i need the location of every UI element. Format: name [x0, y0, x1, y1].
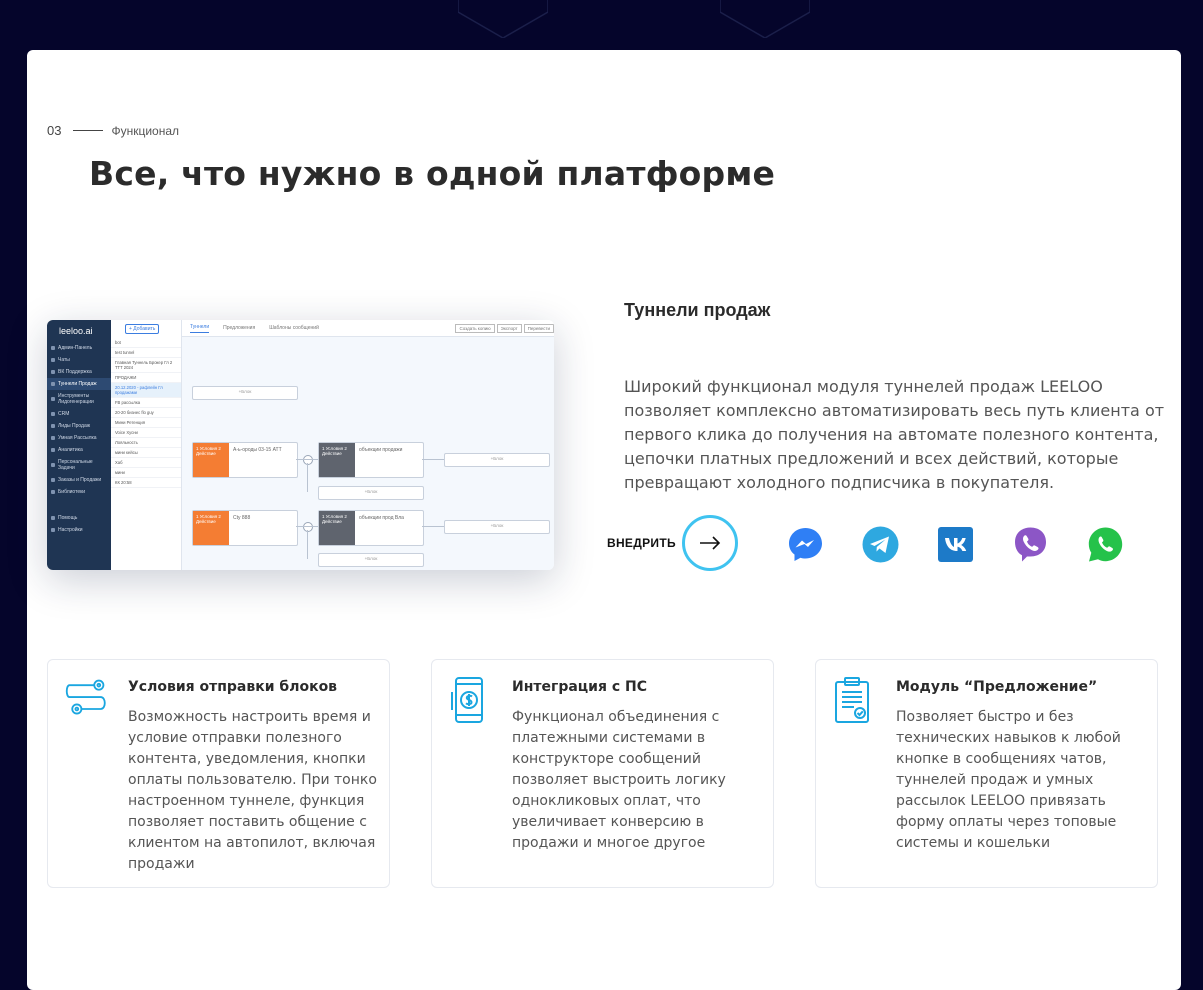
card-title: Условия отправки блоков: [128, 679, 338, 695]
viber-icon[interactable]: [1012, 526, 1049, 563]
section-label: Функционал: [111, 123, 180, 138]
mock-list-item: Главная Туннель Брокер Гл 2 TTT 2024: [111, 358, 181, 373]
flow-icon: [65, 679, 106, 715]
mock-canvas: Туннели Предложения Шаблоны сообщений Со…: [182, 320, 554, 570]
mock-node: 1 Условия 2 Действие А-ь-ороды 03-15 ATT: [192, 442, 298, 478]
product-screenshot: leeloo.ai Админ-Панель Чаты ВК Поддержка…: [47, 320, 554, 570]
mock-node: 1 Условия 2 Действие объекции продажи: [318, 442, 424, 478]
feature-card: Интеграция с ПС Функционал объединения с…: [431, 659, 774, 888]
section-number: 03: [47, 123, 62, 138]
mock-top-button: Перевести: [523, 323, 554, 333]
card-title: Модуль “Предложение”: [896, 679, 1098, 695]
mock-list-item: 20-20 бизнес flo guy: [111, 408, 181, 418]
mock-list-item: КК 20:58: [111, 478, 181, 488]
mock-sidebar-item: Аналитика: [47, 444, 111, 456]
arrow-right-icon[interactable]: [681, 515, 738, 571]
mock-tab: Шаблоны сообщений: [269, 325, 319, 331]
mock-connector: [303, 522, 313, 532]
feature-card: Условия отправки блоков Возможность наст…: [47, 659, 390, 888]
feature-card: Модуль “Предложение” Позволяет быстро и …: [815, 659, 1158, 888]
section-indicator: 03 Функционал: [47, 123, 179, 138]
mock-sidebar-item: Помощь: [47, 512, 111, 524]
mock-list-item: мини кейсы: [111, 448, 181, 458]
mock-list-item: мини: [111, 468, 181, 478]
mock-sidebar-item: Админ-Панель: [47, 342, 111, 354]
card-text: Возможность настроить время и условие от…: [128, 709, 377, 872]
mock-sidebar-item: Заказы и Продажи: [47, 474, 111, 486]
mock-list-item: ПРОДАЖИ: [111, 373, 181, 383]
mock-list-item: bot: [111, 338, 181, 348]
clipboard-icon: [835, 677, 869, 723]
content-card: 03 Функционал Все, что нужно в одной пла…: [27, 50, 1181, 990]
decor-hexagon: [720, 0, 810, 38]
mock-node: 1 Условия 2 Действие Cty 888: [192, 510, 298, 546]
mock-list-item: FB рассылка: [111, 398, 181, 408]
mock-sidebar-item: Инструменты Лидогенерации: [47, 390, 111, 408]
whatsapp-icon[interactable]: [1087, 526, 1124, 563]
mock-link: [296, 526, 318, 527]
mock-list-item: Мини Ретенция: [111, 418, 181, 428]
mock-sidebar-item: Персональные Задачи: [47, 456, 111, 474]
mock-tab: Предложения: [223, 325, 256, 331]
mock-link: [422, 459, 444, 460]
mock-node: +Блок: [318, 486, 424, 500]
mock-sidebar-item: Чаты: [47, 354, 111, 366]
mock-link: [307, 463, 308, 492]
feature-title: Туннели продаж: [624, 300, 771, 320]
mock-sidebar-item: CRM: [47, 408, 111, 420]
vk-icon[interactable]: [937, 526, 974, 563]
mock-link: [422, 526, 444, 527]
mock-sidebar-item: Настройки: [47, 524, 111, 536]
page-title: Все, что нужно в одной платформе: [89, 154, 776, 193]
mock-list-item: test tunnel: [111, 348, 181, 358]
mock-sidebar-item: ВК Поддержка: [47, 366, 111, 378]
mock-sidebar: leeloo.ai Админ-Панель Чаты ВК Поддержка…: [47, 320, 111, 570]
card-text: Функционал объединения с платежными сист…: [512, 709, 726, 851]
feature-description: Широкий функционал модуля туннелей прода…: [624, 377, 1165, 492]
mock-logo: leeloo.ai: [59, 326, 93, 336]
card-title: Интеграция с ПС: [512, 679, 647, 695]
decor-hexagon: [458, 0, 548, 38]
embed-button[interactable]: ВНЕДРИТЬ: [607, 515, 738, 571]
embed-button-label: ВНЕДРИТЬ: [607, 536, 676, 550]
mock-tunnel-list: + Добавить bot test tunnel Главная Тунне…: [111, 320, 182, 570]
mock-top-button: Экспорт: [496, 323, 522, 333]
mock-node: +Блок: [444, 453, 550, 467]
card-text: Позволяет быстро и без технических навык…: [896, 709, 1121, 851]
mock-list-item: Voice Хусни: [111, 428, 181, 438]
mock-connector: [303, 455, 313, 465]
telegram-icon[interactable]: [862, 526, 899, 563]
messenger-list: [787, 526, 1124, 563]
mock-top-button: Создать копию: [455, 323, 495, 333]
mock-sidebar-item: Лиды Продаж: [47, 420, 111, 432]
mock-node: +Блок: [192, 386, 298, 400]
mock-node: +Блок: [444, 520, 550, 534]
messenger-icon[interactable]: [787, 526, 824, 563]
mock-link: [307, 530, 308, 559]
mock-tabs: Туннели Предложения Шаблоны сообщений Со…: [182, 320, 554, 337]
mock-list-item: Хаб: [111, 458, 181, 468]
mock-tab: Туннели: [190, 324, 210, 333]
mock-node: 1 Условия 2 Действие объекции прод Вла: [318, 510, 424, 546]
mock-sidebar-item: Умная Рассылка: [47, 432, 111, 444]
mock-list-item: Лояльность: [111, 438, 181, 448]
divider: [73, 130, 104, 131]
mock-list-item: 20.12.2020 - рафлейн Гл продажами: [111, 383, 181, 398]
mock-link: [296, 459, 318, 460]
mock-sidebar-item: Туннели Продаж: [47, 378, 111, 390]
mock-add-button: + Добавить: [125, 324, 160, 334]
mock-node: +Блок: [318, 553, 424, 567]
payment-phone-icon: [451, 677, 483, 723]
mock-sidebar-item: Библиотеки: [47, 486, 111, 498]
